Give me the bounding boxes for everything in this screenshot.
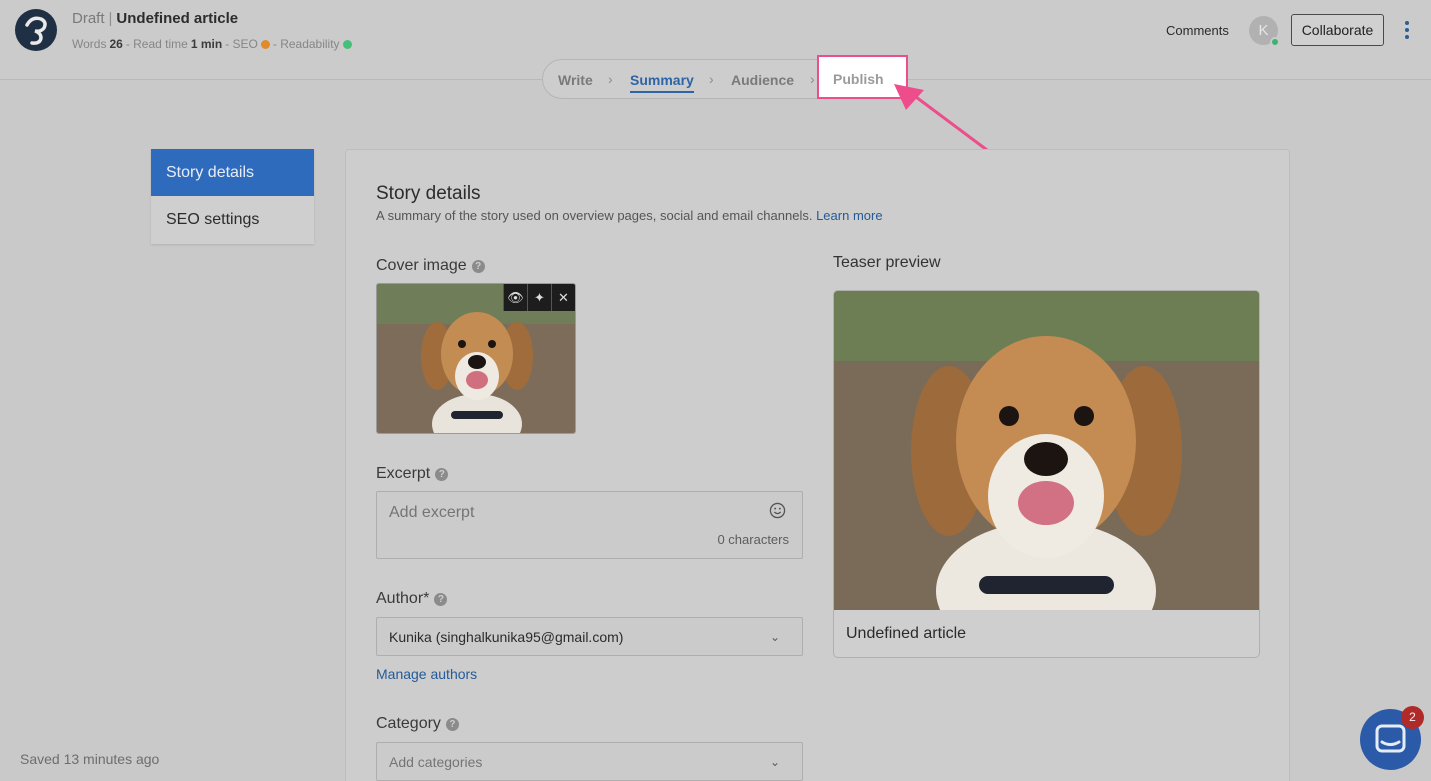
chevron-down-icon: ⌄ [769,755,780,769]
section-description: A summary of the story used on overview … [376,208,813,223]
chevron-down-icon: ⌄ [769,630,780,644]
annotation-arrow-icon [894,84,993,155]
story-details-panel: Story details A summary of the story use… [345,149,1290,781]
help-icon[interactable]: ? [434,592,448,606]
author-select[interactable]: Kunika (singhalkunika95@gmail.com) ⌄ [376,617,803,656]
cover-image-toolbar: 👁 ✦ ✕ [503,284,575,311]
more-options-icon[interactable] [1398,16,1416,44]
section-title: Story details [376,183,481,204]
side-item-story-details[interactable]: Story details [151,149,314,196]
side-item-seo-settings[interactable]: SEO settings [151,196,314,243]
title-row: Draft | Undefined article [72,10,238,27]
words-label: Words [72,37,107,51]
category-label: Category ? [376,715,459,733]
avatar[interactable]: K [1249,16,1280,47]
story-sidebar: Story details SEO settings [151,149,314,244]
teaser-preview-label: Teaser preview [833,254,941,271]
chevron-right-icon: › [810,71,815,87]
online-status-indicator [1270,37,1280,47]
author-label-text: Author* [376,590,430,607]
teaser-title: Undefined article [846,625,967,642]
collaborate-button[interactable]: Collaborate [1291,14,1384,46]
article-title[interactable]: Undefined article [116,10,238,27]
seo-status-dot [260,39,270,49]
teaser-image [834,291,1259,610]
help-icon[interactable]: ? [435,467,449,481]
magic-wand-icon[interactable]: ✦ [527,284,551,311]
emoji-icon[interactable] [769,502,786,519]
chevron-right-icon: › [608,71,613,87]
excerpt-label-text: Excerpt [376,465,431,482]
step-write[interactable]: Write [558,72,593,88]
cover-image-label: Cover image ? [376,257,485,275]
close-icon[interactable]: ✕ [551,284,575,311]
cover-image-label-text: Cover image [376,257,467,274]
step-summary[interactable]: Summary [630,72,694,93]
seo-label[interactable]: - SEO [225,37,258,51]
saved-status: Saved 13 minutes ago [20,751,160,767]
readability-status-dot [342,39,352,49]
category-placeholder: Add categories [389,754,483,770]
draft-status: Draft [72,10,105,27]
section-subtitle: A summary of the story used on overview … [376,208,883,223]
step-audience[interactable]: Audience [731,72,794,88]
cover-image-thumbnail[interactable]: 👁 ✦ ✕ [376,283,576,434]
excerpt-character-count: 0 characters [717,532,789,547]
manage-authors-link[interactable]: Manage authors [376,666,477,682]
read-time-label: - Read time [125,37,188,51]
chevron-right-icon: › [709,71,714,87]
chat-notification-badge: 2 [1401,706,1424,729]
title-separator: | [108,10,113,27]
help-icon[interactable]: ? [445,717,459,731]
article-meta: Words 26 - Read time 1 min - SEO - Reada… [72,37,355,51]
teaser-preview-card: Undefined article [833,290,1260,658]
excerpt-label: Excerpt ? [376,465,449,483]
words-count: 26 [109,37,123,51]
author-label: Author* ? [376,590,448,608]
app-logo[interactable] [14,8,58,52]
step-publish[interactable]: Publish [833,71,884,87]
excerpt-placeholder: Add excerpt [389,504,475,521]
author-value: Kunika (singhalkunika95@gmail.com) [389,629,624,645]
avatar-initial: K [1258,22,1269,39]
excerpt-field[interactable]: Add excerpt 0 characters [376,491,803,559]
category-label-text: Category [376,715,441,732]
view-icon[interactable]: 👁 [503,284,527,311]
readability-label[interactable]: - Readability [273,37,340,51]
comments-link[interactable]: Comments [1166,23,1229,38]
learn-more-link[interactable]: Learn more [816,208,882,223]
read-time-value: 1 min [190,37,223,51]
help-icon[interactable]: ? [471,259,485,273]
category-select[interactable]: Add categories ⌄ [376,742,803,781]
